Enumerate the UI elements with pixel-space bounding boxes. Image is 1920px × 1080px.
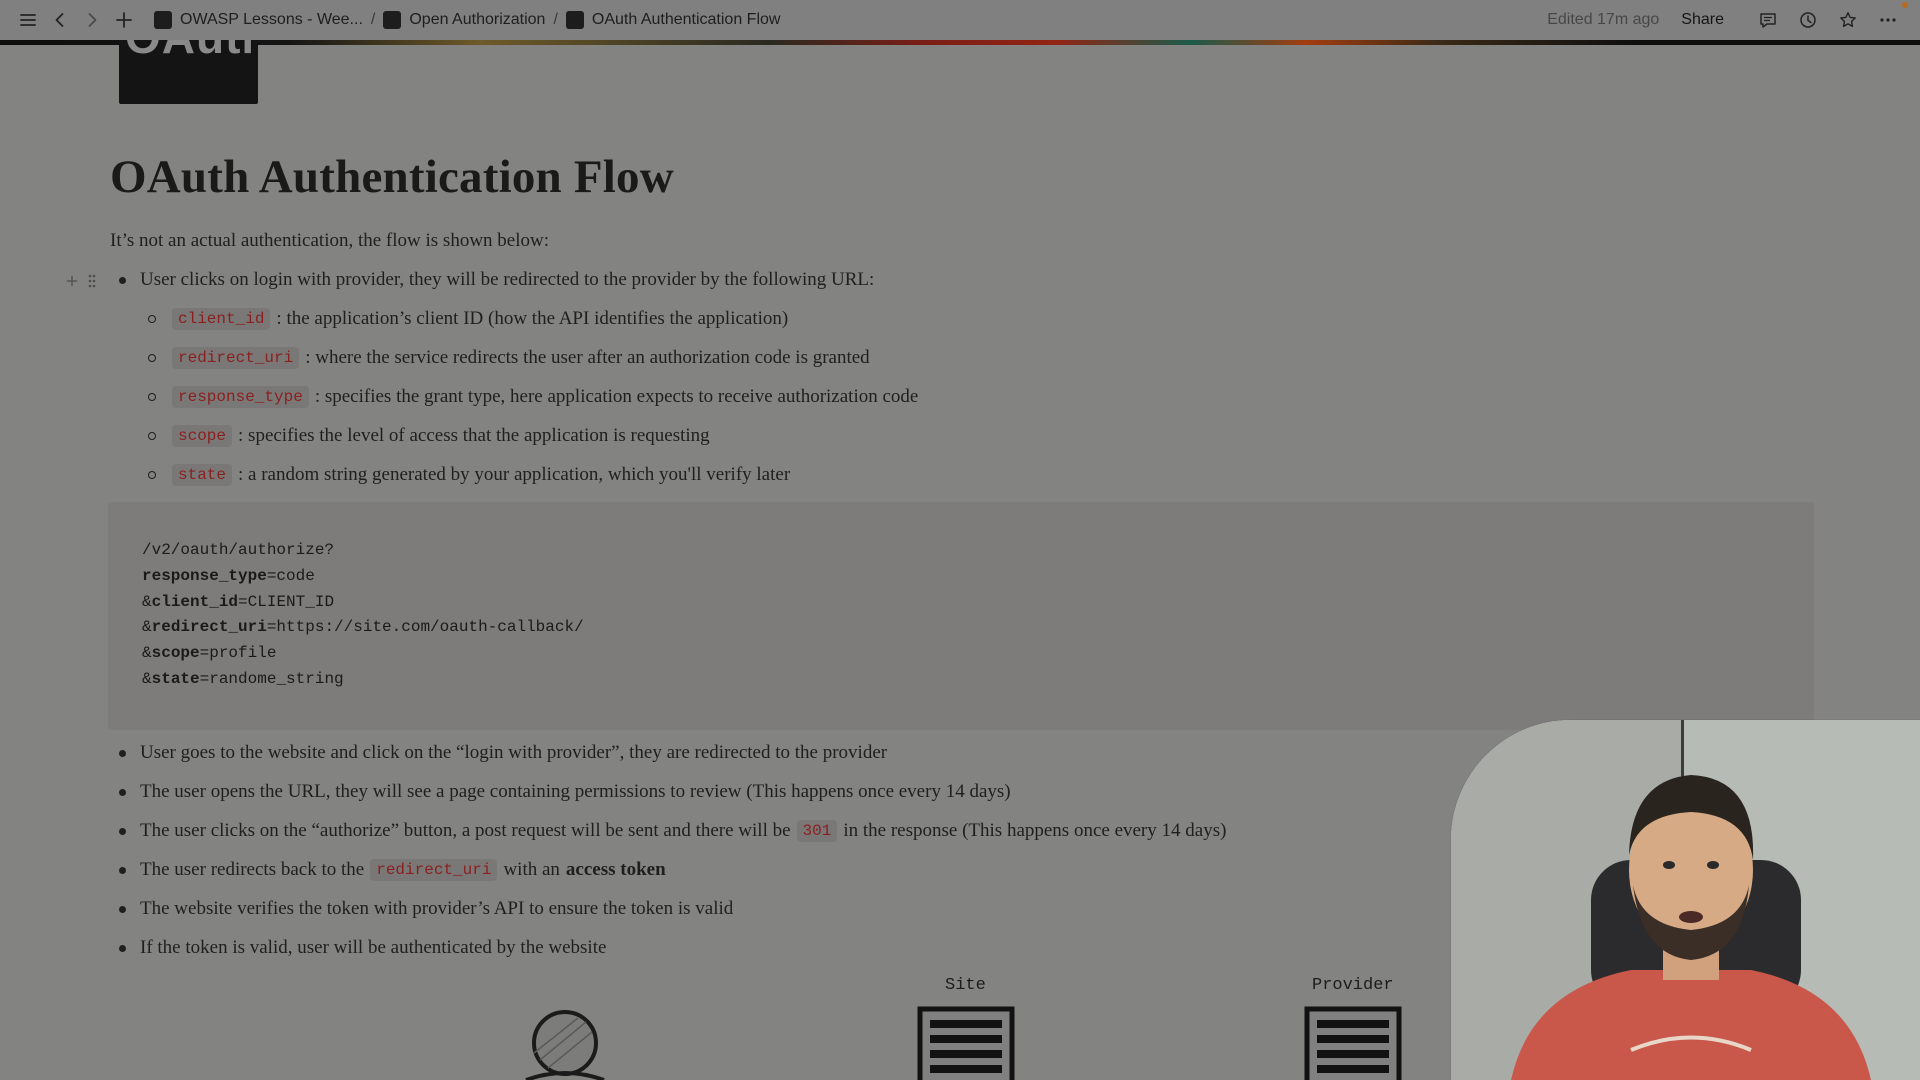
notification-dot: [1902, 2, 1908, 8]
list-item[interactable]: The user redirects back to the redirect_…: [140, 859, 666, 881]
list-item[interactable]: The user clicks on the “authorize” butto…: [140, 820, 1226, 842]
breadcrumb-owasp-lessons[interactable]: OWASP Lessons - Wee...: [148, 9, 369, 31]
page-title[interactable]: OAuth Authentication Flow: [110, 150, 1810, 204]
code-line: &redirect_uri=https://site.com/oauth-cal…: [142, 618, 584, 637]
server-icon: [917, 1006, 1015, 1080]
list-item-text: User goes to the website and click on th…: [140, 742, 888, 763]
bullet-dot: [119, 750, 126, 757]
param-item-state[interactable]: state : a random string generated by you…: [172, 464, 790, 486]
share-button[interactable]: Share: [1681, 11, 1724, 29]
list-item-text: The user redirects back to the: [140, 859, 365, 880]
breadcrumb-label: OAuth Authentication Flow: [591, 11, 781, 28]
page-logo-icon: [565, 11, 584, 29]
presenter-video: [1451, 720, 1920, 1080]
diagram-label-provider: Provider: [1312, 976, 1394, 995]
block-handle: [62, 270, 102, 292]
param-item-redirect-uri[interactable]: redirect_uri : where the service redirec…: [172, 347, 870, 369]
code-line: &scope=profile: [142, 644, 277, 663]
webcam-overlay: [1451, 720, 1920, 1080]
forward-icon[interactable]: [78, 6, 106, 34]
list-item-text: User clicks on login with provider, they…: [140, 269, 875, 290]
breadcrumb-separator: /: [553, 11, 558, 28]
intro-paragraph[interactable]: It’s not an actual authentication, the f…: [110, 230, 549, 252]
list-item-text: with an: [503, 859, 560, 880]
breadcrumb-oauth-flow[interactable]: OAuth Authentication Flow: [560, 9, 787, 31]
user-icon: [525, 1010, 605, 1080]
code-line: &client_id=CLIENT_ID: [142, 592, 335, 611]
param-description: : specifies the level of access that the…: [238, 425, 710, 446]
page-icon[interactable]: OAuth: [119, 32, 258, 104]
top-bar-actions: Edited 17m ago Share: [1547, 0, 1908, 40]
param-description: : the application’s client ID (how the A…: [276, 308, 789, 329]
inline-code: client_id: [172, 308, 271, 330]
inline-code: state: [172, 464, 233, 486]
inline-code: 301: [796, 820, 838, 842]
page-cover: [0, 40, 1920, 45]
bold-text: access token: [565, 859, 666, 880]
list-item[interactable]: If the token is valid, user will be auth…: [140, 937, 606, 959]
breadcrumb-label: OWASP Lessons - Wee...: [180, 11, 363, 28]
server-icon: [1304, 1006, 1402, 1080]
edited-timestamp: Edited 17m ago: [1547, 11, 1660, 28]
code-block[interactable]: /v2/oauth/authorize? response_type=code …: [108, 502, 1814, 730]
bullet-dot: [119, 906, 126, 913]
sub-bullet-circle: [148, 354, 156, 362]
code-line: /v2/oauth/authorize?: [142, 541, 335, 559]
plus-icon[interactable]: [62, 270, 82, 292]
bullet-dot: [119, 828, 126, 835]
sub-bullet-circle: [148, 432, 156, 440]
bullet-dot: [119, 789, 126, 796]
more-icon[interactable]: [1874, 2, 1908, 34]
list-item[interactable]: User clicks on login with provider, they…: [140, 269, 874, 291]
top-bar: OWASP Lessons - Wee... / Open Authorizat…: [0, 0, 1920, 40]
sub-bullet-circle: [148, 393, 156, 401]
comment-icon[interactable]: [1754, 6, 1782, 34]
list-item-text: The website verifies the token with prov…: [140, 898, 734, 919]
diagram-label-site: Site: [945, 976, 986, 995]
inline-code: redirect_uri: [370, 859, 498, 881]
star-icon[interactable]: [1834, 6, 1862, 34]
history-icon[interactable]: [1794, 6, 1822, 34]
param-item-response-type[interactable]: response_type : specifies the grant type…: [172, 386, 918, 408]
sub-bullet-circle: [148, 471, 156, 479]
inline-code: scope: [172, 425, 233, 447]
breadcrumb-label: Open Authorization: [409, 11, 546, 28]
menu-icon[interactable]: [14, 6, 42, 34]
breadcrumb-open-authorization[interactable]: Open Authorization: [377, 9, 551, 31]
bullet-dot: [119, 945, 126, 952]
list-item-text: in the response (This happens once every…: [843, 820, 1227, 841]
code-line: &state=randome_string: [142, 669, 344, 688]
page-logo-icon: [383, 11, 402, 29]
page-logo-icon: [154, 11, 172, 29]
list-item-text: The user clicks on the “authorize” butto…: [140, 820, 791, 841]
bullet-dot: [119, 867, 126, 874]
page-content: OAuth Authentication Flow It’s not an ac…: [110, 150, 1810, 251]
list-item-text: The user opens the URL, they will see a …: [140, 781, 1011, 802]
breadcrumb: OWASP Lessons - Wee... / Open Authorizat…: [148, 9, 786, 31]
param-description: : specifies the grant type, here applica…: [314, 386, 919, 407]
inline-code: redirect_uri: [172, 347, 300, 369]
list-item[interactable]: The user opens the URL, they will see a …: [140, 781, 1011, 803]
list-item[interactable]: The website verifies the token with prov…: [140, 898, 733, 920]
inline-code: response_type: [172, 386, 309, 408]
breadcrumb-separator: /: [370, 11, 376, 28]
bullet-dot: [119, 277, 126, 284]
param-description: : a random string generated by your appl…: [238, 464, 791, 485]
list-item[interactable]: User goes to the website and click on th…: [140, 742, 887, 764]
new-page-icon[interactable]: [110, 6, 138, 34]
code-line: response_type=code: [142, 566, 315, 585]
param-description: : where the service redirects the user a…: [305, 347, 870, 368]
param-item-client-id[interactable]: client_id : the application’s client ID …: [172, 308, 788, 330]
drag-handle-icon[interactable]: [82, 270, 102, 292]
sub-bullet-circle: [148, 315, 156, 323]
list-item-text: If the token is valid, user will be auth…: [140, 937, 607, 958]
param-item-scope[interactable]: scope : specifies the level of access th…: [172, 425, 710, 447]
back-icon[interactable]: [46, 6, 74, 34]
